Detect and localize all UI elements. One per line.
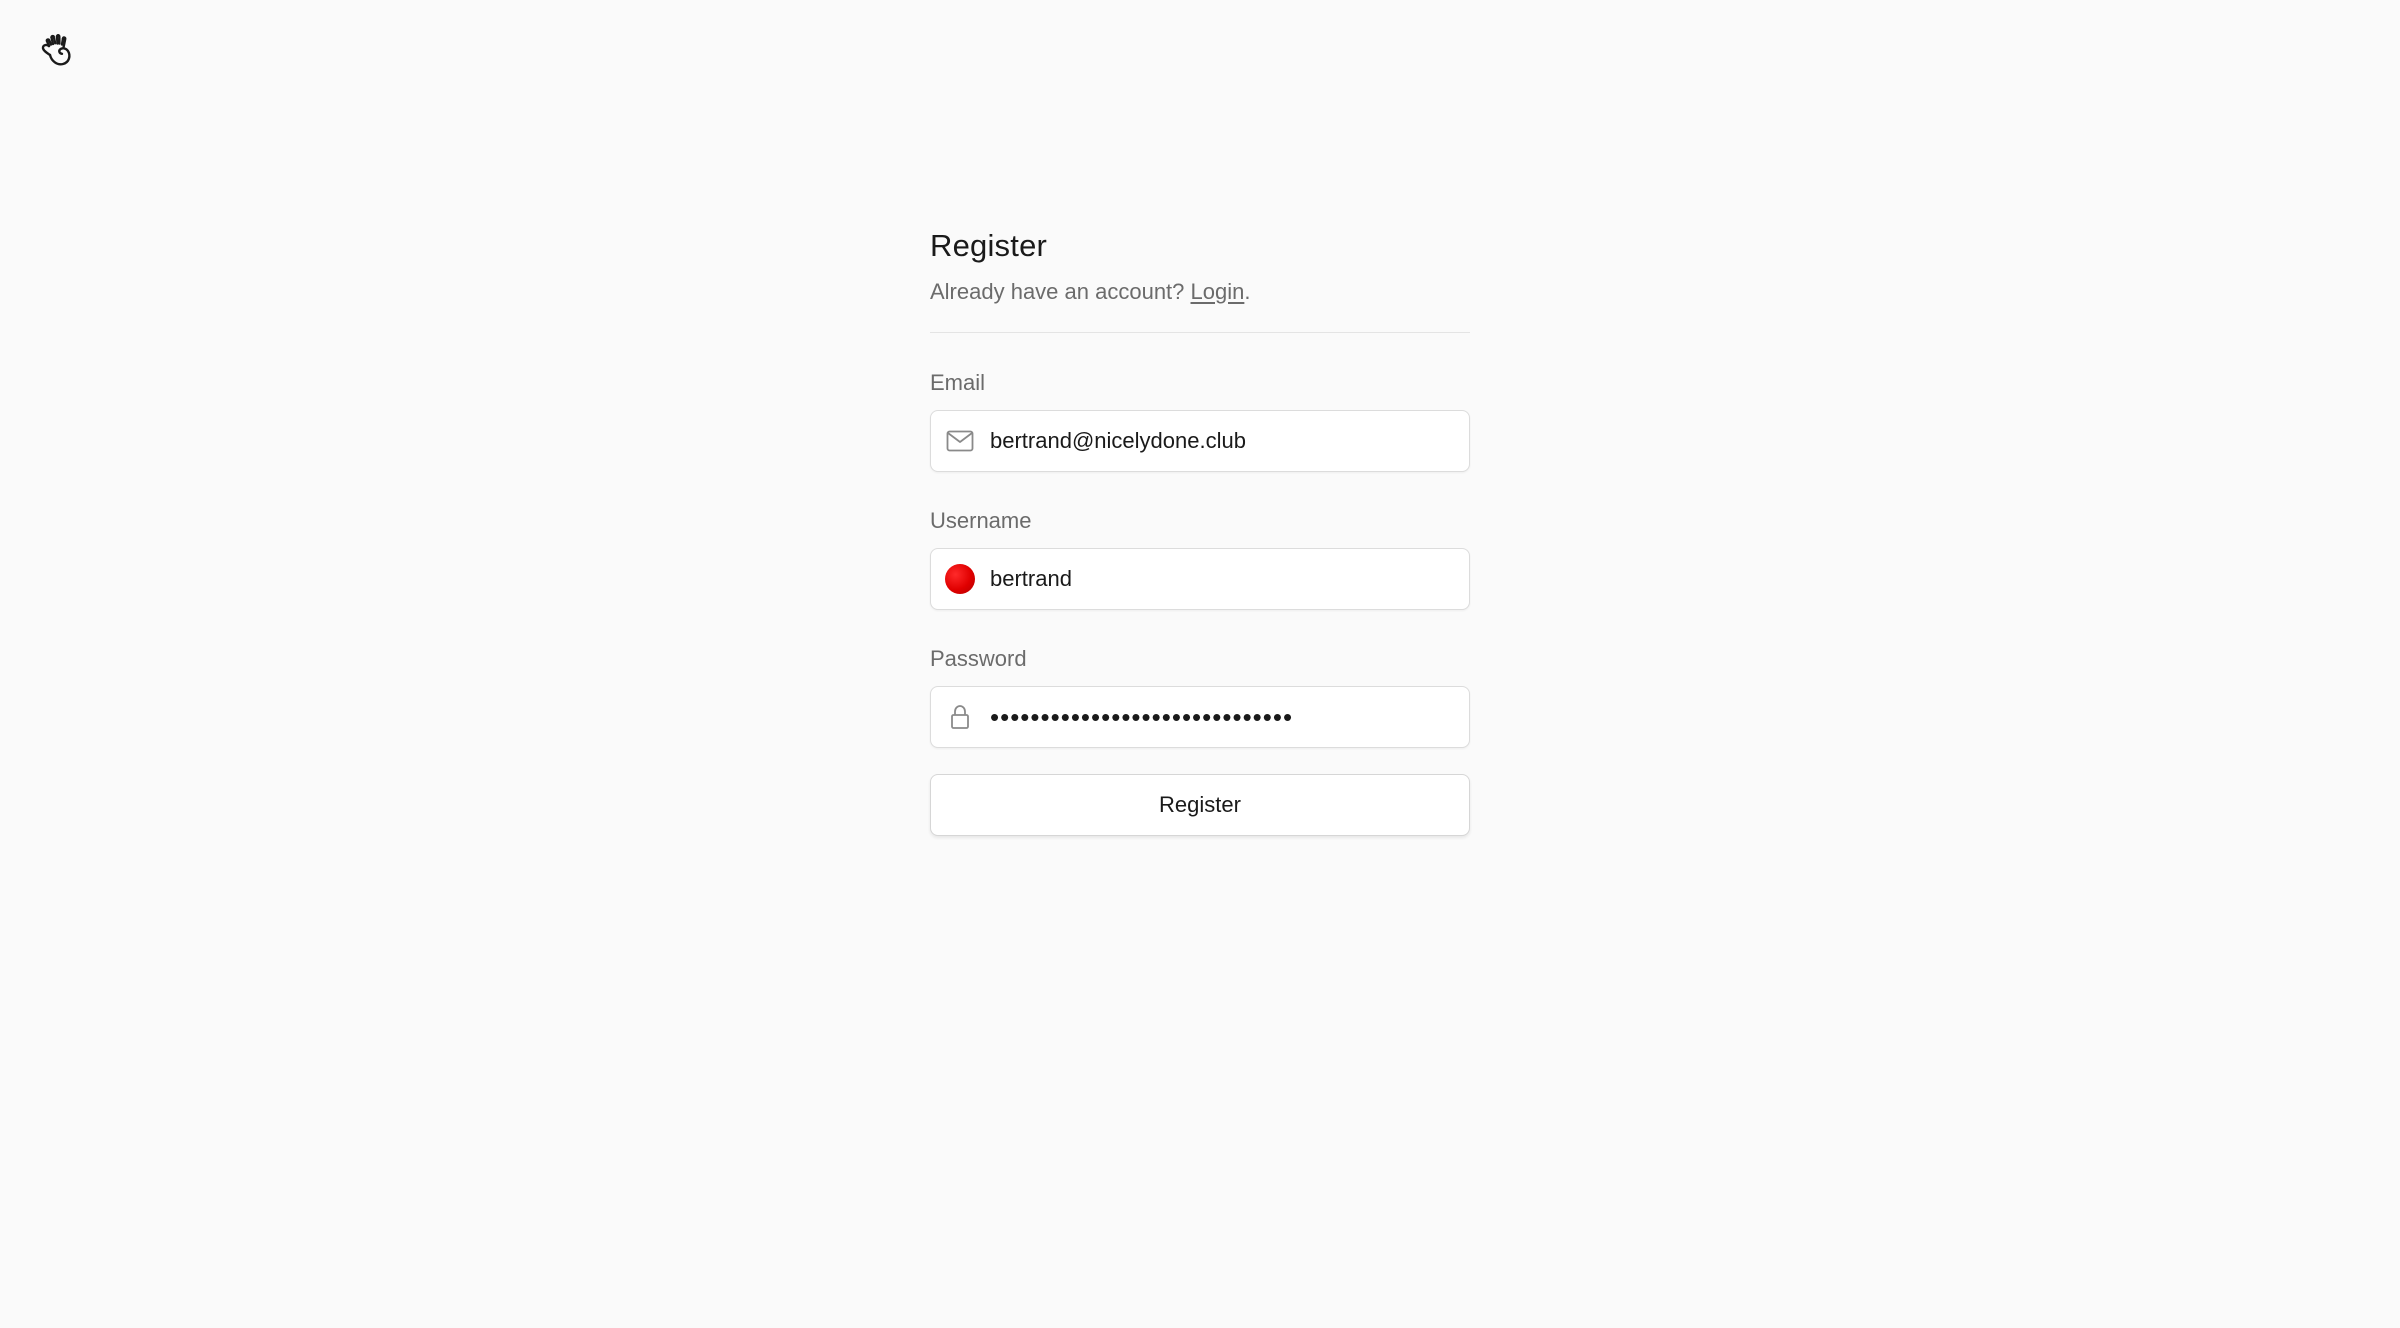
username-field[interactable]: [990, 549, 1455, 609]
email-field-container: [930, 410, 1470, 472]
password-field[interactable]: [990, 687, 1455, 747]
app-logo[interactable]: [36, 30, 78, 72]
email-field[interactable]: [990, 411, 1455, 471]
username-label: Username: [930, 508, 1032, 533]
hand-wave-icon: [36, 30, 78, 72]
username-field-container: [930, 548, 1470, 610]
avatar: [944, 563, 976, 595]
login-prompt-text: Already have an account?: [930, 279, 1191, 304]
avatar-circle-icon: [945, 564, 975, 594]
password-field-container: [930, 686, 1470, 748]
password-label: Password: [930, 646, 1027, 671]
lock-icon: [944, 701, 976, 733]
email-label: Email: [930, 370, 986, 395]
register-button[interactable]: Register: [930, 774, 1470, 836]
register-form: Register Already have an account? Login.…: [930, 222, 1470, 836]
page-title: Register: [930, 228, 1048, 263]
login-link[interactable]: Login: [1191, 279, 1245, 304]
login-prompt: Already have an account? Login.: [930, 274, 1470, 310]
divider: [930, 332, 1470, 333]
login-prompt-period: .: [1244, 279, 1251, 304]
envelope-icon: [944, 425, 976, 457]
